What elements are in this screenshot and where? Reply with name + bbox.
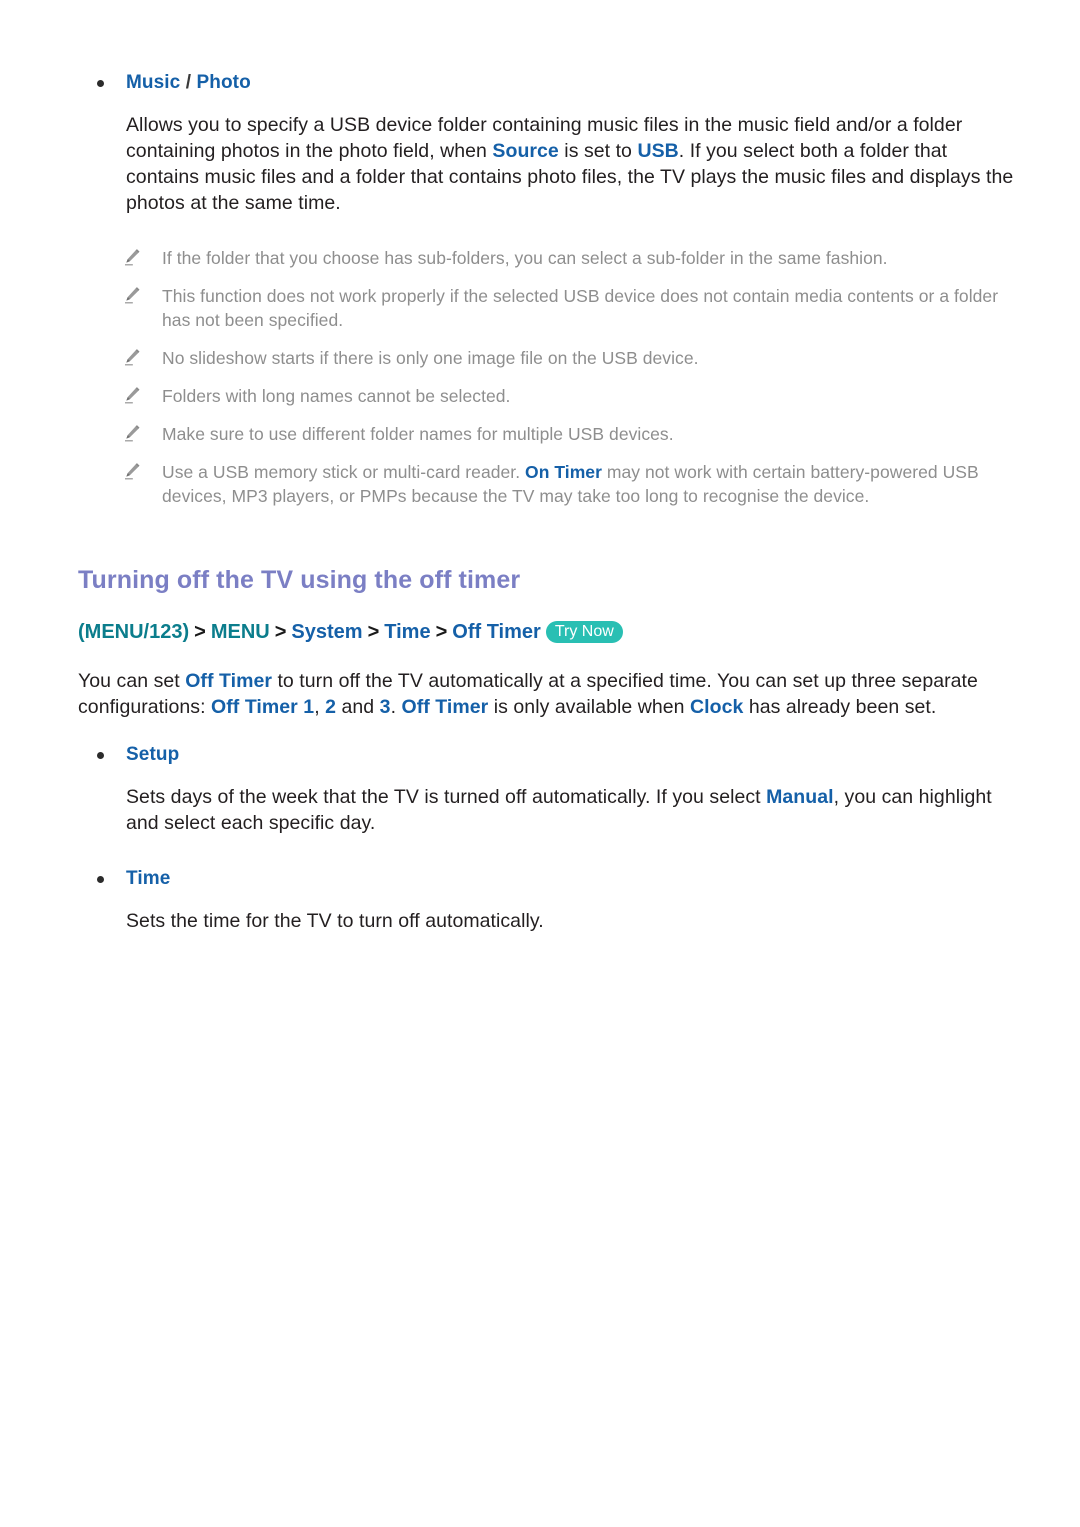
note-row: No slideshow starts if there is only one… [0,346,1080,370]
bullet-label-setup: Setup [126,744,180,765]
chevron-right-icon: > [274,621,287,643]
page-title: Turning off the TV using the off timer [78,566,521,594]
bullet-dot-icon [97,79,104,87]
bullet-item-setup: Setup [0,742,1080,768]
paragraph-time-description: Sets the time for the TV to turn off aut… [0,908,1080,934]
pencil-icon [125,249,140,266]
breadcrumb-item-menu[interactable]: MENU [211,621,270,643]
breadcrumb-item-off-timer[interactable]: Off Timer [452,621,541,643]
note-row: If the folder that you choose has sub-fo… [0,246,1080,270]
note-text: Make sure to use different folder names … [162,424,674,444]
link-off-timer-3[interactable]: 3 [380,696,391,718]
pencil-icon [125,463,140,480]
text-segment: is only available when [488,696,691,718]
link-usb[interactable]: USB [637,140,678,162]
chevron-right-icon: > [194,621,206,643]
pencil-icon [125,349,140,366]
breadcrumb-item-system[interactable]: System [291,621,362,643]
chevron-right-icon: > [367,621,380,643]
paragraph-music-photo-description: Allows you to specify a USB device folde… [0,112,1080,216]
note-row: Make sure to use different folder names … [0,422,1080,446]
breadcrumb: (MENU/123) > MENU > System > Time > Off Timer Try… [0,618,1080,646]
link-source[interactable]: Source [492,140,558,162]
try-now-badge[interactable]: Try Now [545,621,623,643]
note-row-on-timer: Use a USB memory stick or multi-card rea… [0,460,1080,508]
text-segment: has already been set. [743,696,937,718]
bullet-dot-icon [97,751,104,759]
text-segment: Sets the time for the TV to turn off aut… [126,910,544,932]
pencil-icon [125,425,140,442]
bullet-label-music-photo: Music / Photo [126,72,251,93]
label-separator: / [180,72,197,93]
pencil-icon [125,387,140,404]
note-row: Folders with long names cannot be select… [0,384,1080,408]
note-text: No slideshow starts if there is only one… [162,348,699,368]
note-text: This function does not work properly if … [162,286,999,330]
link-off-timer[interactable]: Off Timer [185,670,272,692]
breadcrumb-item-menu123[interactable]: (MENU/123) [78,621,189,643]
text-segment: . [390,696,402,718]
text-segment: is set to [558,140,638,162]
note-text: Use a USB memory stick or multi-card rea… [162,462,526,482]
link-clock[interactable]: Clock [690,696,743,718]
link-manual[interactable]: Manual [766,786,833,808]
bullet-dot-icon [97,875,104,883]
link-off-timer-1[interactable]: Off Timer 1 [211,696,314,718]
text-segment: and [336,696,380,718]
label-music: Music [126,72,181,93]
bullet-item-music-photo: Music / Photo [0,70,1080,96]
bullet-label-time: Time [126,868,171,889]
link-on-timer[interactable]: On Timer [525,462,602,482]
bullet-item-time: Time [0,866,1080,892]
paragraph-off-timer-intro: You can set Off Timer to turn off the TV… [0,668,1080,720]
note-text: Folders with long names cannot be select… [162,386,511,406]
link-off-timer-2[interactable]: 2 [325,696,336,718]
link-off-timer-2nd[interactable]: Off Timer [402,696,489,718]
text-segment: You can set [78,670,186,692]
pencil-icon [125,287,140,304]
top-spacer [0,0,1080,70]
label-photo: Photo [196,72,251,93]
breadcrumb-item-time[interactable]: Time [384,621,430,643]
note-row: This function does not work properly if … [0,284,1080,332]
paragraph-setup-description: Sets days of the week that the TV is tur… [0,784,1080,836]
document-page: Music / Photo Allows you to specify a US… [0,0,1080,1527]
chevron-right-icon: > [435,621,448,643]
text-segment: Sets days of the week that the TV is tur… [126,786,767,808]
text-segment: , [314,696,326,718]
note-text: If the folder that you choose has sub-fo… [162,248,888,268]
